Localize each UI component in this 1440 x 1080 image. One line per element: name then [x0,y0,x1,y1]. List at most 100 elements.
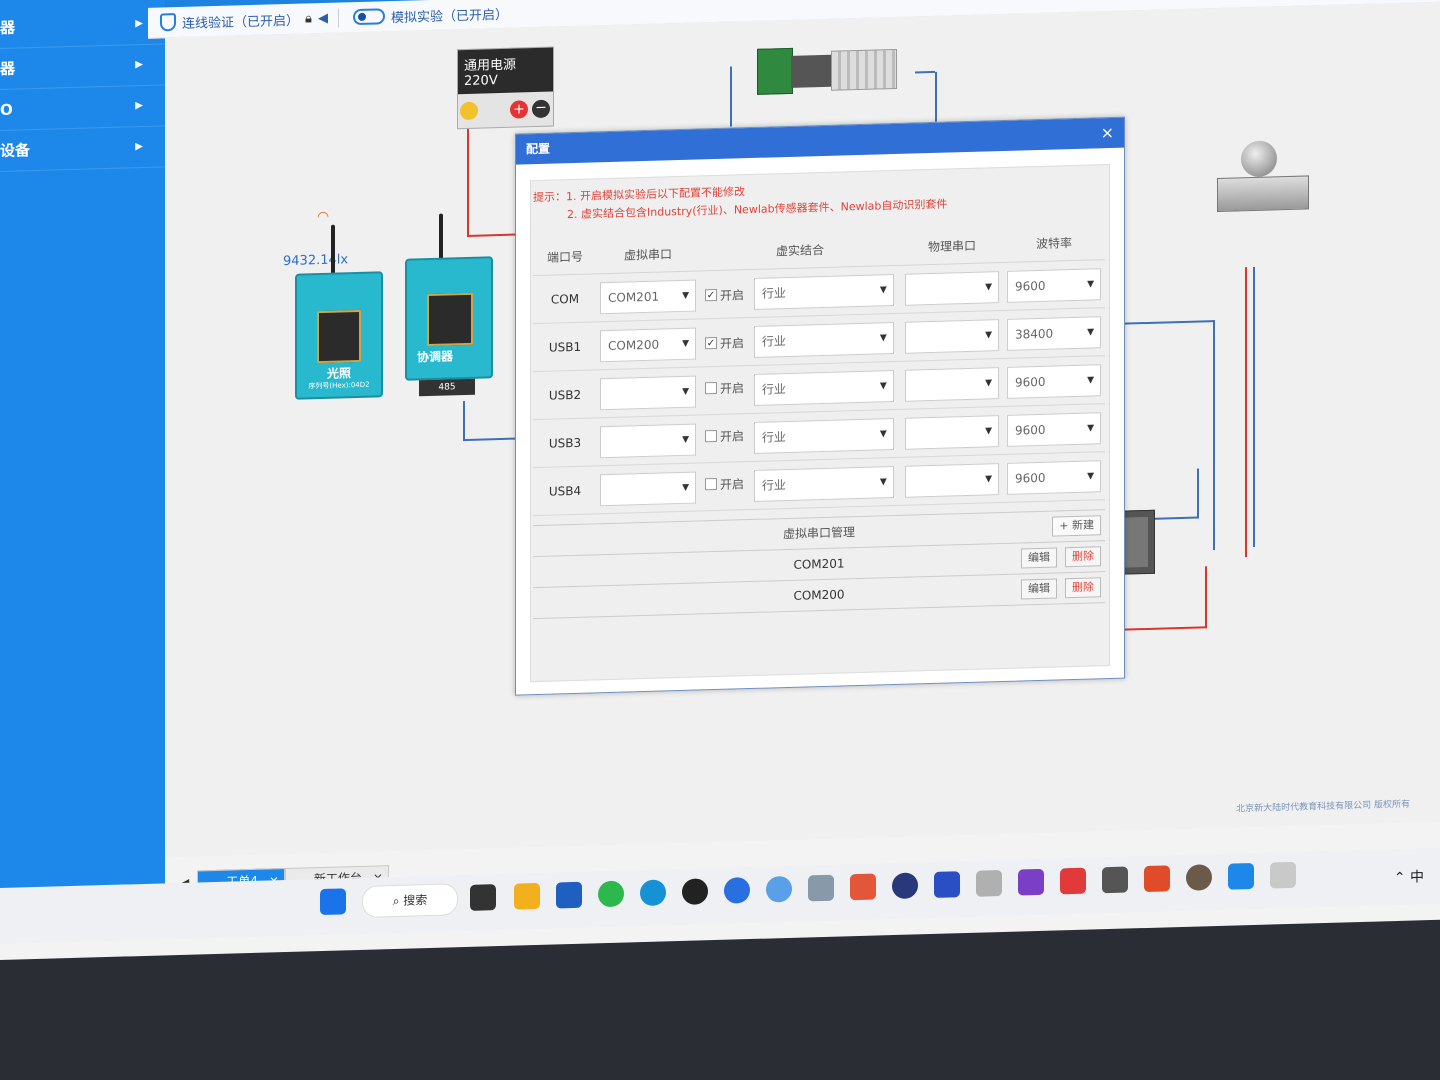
light-sensor-device[interactable]: 光照 序列号(Hex):04D2 [295,271,383,400]
virtual-port-select[interactable]: COM200 ▼ [600,327,696,362]
baud-select[interactable]: 9600 ▼ [1007,411,1101,447]
chevron-right-icon: ▶ [135,18,143,30]
file-explorer-icon[interactable] [514,882,540,910]
enable-checkbox[interactable]: ✓ 开启 [705,334,744,352]
select-value: COM200 [608,337,660,353]
caret-down-icon: ▼ [682,338,689,349]
app-icon[interactable] [976,870,1002,897]
mode-select[interactable]: 行业 ▼ [753,369,894,406]
java-icon[interactable] [1270,861,1296,889]
mode-select[interactable]: 行业 ▼ [753,417,894,454]
vport-name: COM201 [793,556,845,572]
physical-port-select[interactable]: ▼ [905,414,999,450]
wechat-icon[interactable] [598,880,624,908]
toggle-icon[interactable] [352,8,385,26]
screen: 器 ▶ 器 ▶ O ▶ 设备 ▶ 连线验证（已开启） 🔒︎ ◀ 模拟实验（已开启） [0,0,1440,960]
physical-port-select[interactable]: ▼ [905,462,999,498]
baud-select[interactable]: 38400 ▼ [1007,315,1101,351]
app-icon[interactable] [1060,867,1086,895]
wire [935,71,937,128]
select-value: 9600 [1015,470,1046,486]
port-label: 485 [438,382,456,393]
virtual-port-select[interactable]: ▼ [600,375,696,410]
lock-icon: 🔒︎ [305,10,312,26]
app-icon[interactable] [1186,864,1212,891]
task-view-icon[interactable] [470,884,496,911]
edit-button[interactable]: 编辑 [1021,578,1057,600]
app-icon[interactable] [766,875,792,903]
app-icon[interactable] [1102,866,1128,894]
delete-button[interactable]: 删除 [1065,546,1101,568]
enable-checkbox[interactable]: 开启 [705,475,744,493]
sidebar-item-4[interactable]: 设备 ▶ [0,126,165,172]
enable-checkbox[interactable]: 开启 [705,427,744,445]
enable-checkbox[interactable]: 开启 [705,379,744,397]
new-button[interactable]: + 新建 [1052,515,1101,537]
mode-select[interactable]: 行业 ▼ [753,321,894,358]
sidebar-item-label: 设备 [0,141,31,160]
app-icon[interactable] [808,874,834,902]
caret-down-icon: ▼ [682,434,689,445]
baud-select[interactable]: 9600 ▼ [1007,363,1101,399]
mode-select[interactable]: 行业 ▼ [753,465,894,502]
device-name: 协调器 [417,349,454,365]
verify-toggle[interactable]: 连线验证（已开启） 🔒︎ ◀ [148,8,328,32]
checkbox-box [705,429,717,443]
baud-select[interactable]: 9600 ▼ [1007,267,1101,303]
edit-button[interactable]: 编辑 [1021,547,1057,569]
app-icon[interactable] [1144,865,1170,893]
col-physical-port: 物理串口 [901,225,1003,266]
port-name: USB2 [533,369,597,420]
taskbar-search[interactable]: ⌕ 搜索 [362,883,458,918]
circuit-board-icon [427,292,473,347]
col-port: 端口号 [533,237,597,276]
minus-pin-icon[interactable]: − [532,99,550,119]
wire [1197,468,1199,519]
plus-pin-icon[interactable]: + [510,100,528,119]
qq-icon[interactable] [682,878,708,905]
sidebar-item-1[interactable]: 器 ▶ [0,3,165,50]
sidebar-item-2[interactable]: 器 ▶ [0,44,165,90]
terminal-block-icon [757,47,793,95]
visual-studio-icon[interactable] [1018,868,1044,896]
alarm-lamp-device[interactable] [1217,139,1309,222]
sidebar-item-label: O [0,100,13,119]
dialog-body: 提示：1. 开启模拟实验后以下配置不能修改 2. 虚实结合包含Industry(… [530,163,1110,683]
physical-port-select[interactable]: ▼ [905,366,999,402]
mode-select[interactable]: 行业 ▼ [753,273,894,310]
ground-pin-icon[interactable] [460,101,478,121]
power-supply[interactable]: 通用电源220V + − [457,46,554,130]
app-icon[interactable] [1228,862,1254,890]
edge-icon[interactable] [640,879,666,907]
search-icon: ⌕ [392,893,404,909]
app-icon[interactable] [850,873,876,901]
virtual-port-manager: 虚拟串口管理 + 新建 COM201 编辑 删除 COM200 编辑 删除 [533,509,1105,620]
virtual-port-select[interactable]: COM201 ▼ [600,279,696,314]
virtual-port-select[interactable]: ▼ [600,471,696,506]
coordinator-device[interactable]: 协调器 [405,256,493,381]
physical-port-select[interactable]: ▼ [905,318,999,354]
delete-button[interactable]: 删除 [1065,577,1101,599]
virtual-port-select[interactable]: ▼ [600,423,696,458]
serial-adapter-device[interactable] [757,45,907,97]
enable-checkbox[interactable]: ✓ 开启 [705,286,744,304]
physical-port-select[interactable]: ▼ [905,270,999,306]
ime-indicator[interactable]: 中 [1410,869,1424,885]
rs485-port[interactable]: 485 [419,378,475,397]
sim-toggle[interactable]: 模拟实验（已开启） [337,3,508,28]
checkbox-box [705,477,717,491]
store-icon[interactable] [556,881,582,909]
eclipse-icon[interactable] [892,872,918,900]
windows-start-icon[interactable] [320,888,346,916]
close-icon[interactable]: × [1101,118,1114,148]
col-virtual-port: 虚拟串口 [597,234,699,274]
app-icon[interactable] [724,877,750,904]
lamp-base-icon [1217,175,1309,213]
wifi-signal-icon: ◠ [317,208,330,226]
app-icon[interactable] [934,871,960,898]
caret-down-icon: ▼ [682,482,689,493]
arrow-left-icon[interactable]: ◀ [318,10,328,25]
sidebar-item-3[interactable]: O ▶ [0,85,165,131]
chevron-up-icon[interactable]: ⌃ [1394,870,1410,886]
baud-select[interactable]: 9600 ▼ [1007,459,1101,495]
